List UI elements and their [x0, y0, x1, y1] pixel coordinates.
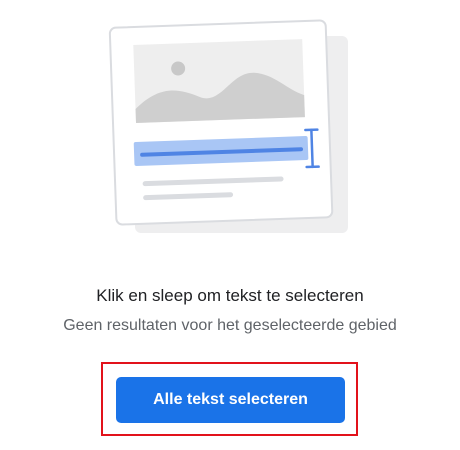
empty-state-subtitle: Geen resultaten voor het geselecteerde g… — [63, 317, 397, 334]
empty-state-title: Klik en sleep om tekst te selecteren — [96, 286, 364, 305]
document-card — [108, 19, 334, 226]
select-text-illustration-icon — [0, 0, 460, 260]
image-placeholder-icon — [133, 39, 305, 123]
text-line — [143, 192, 234, 201]
select-all-text-button[interactable]: Alle tekst selecteren — [116, 377, 345, 423]
